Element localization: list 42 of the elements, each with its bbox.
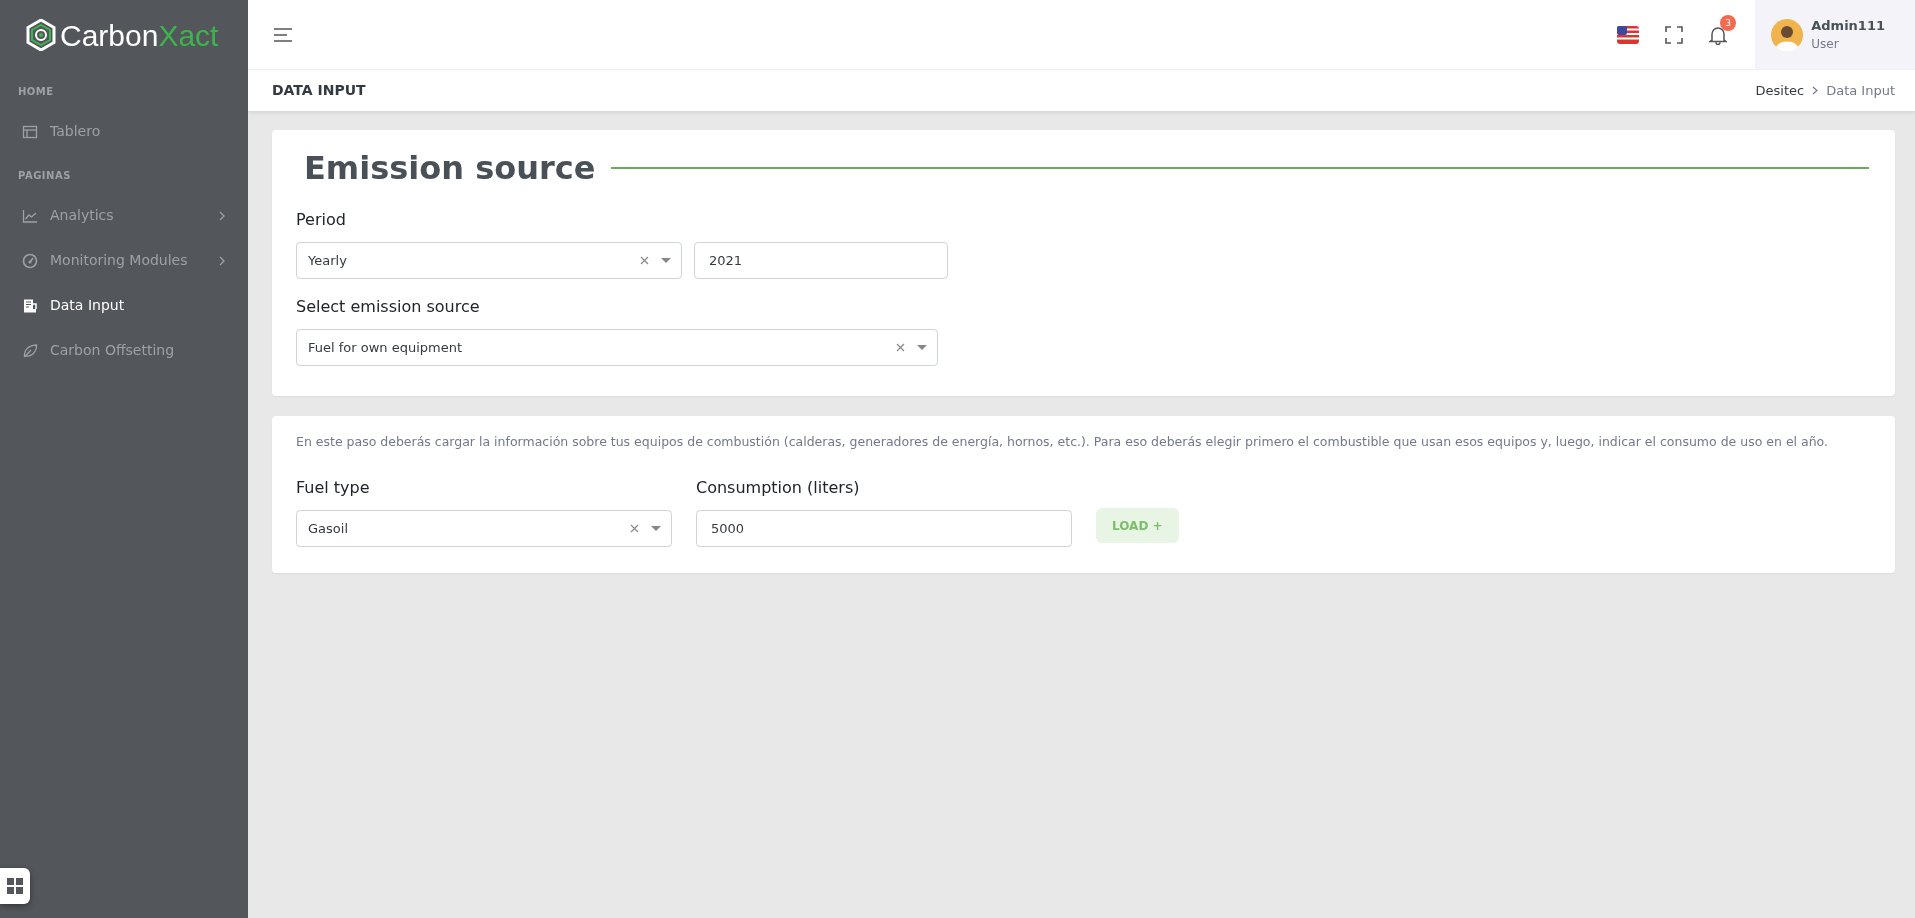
- clear-icon[interactable]: [630, 524, 639, 533]
- line-chart-icon: [22, 207, 38, 224]
- clear-icon[interactable]: [896, 343, 905, 352]
- breadcrumb-link[interactable]: Data Input: [1826, 80, 1895, 101]
- field-label: Select emission source: [296, 296, 481, 318]
- us-flag-icon[interactable]: [1617, 25, 1640, 44]
- field-label: Consumption (liters): [696, 477, 861, 499]
- sidebar-section-heading: PAGINAS: [17, 169, 72, 183]
- dropdown[interactable]: Fuel for own equipment: [296, 329, 938, 366]
- user-menu[interactable]: Admin111 User: [1755, 0, 1915, 70]
- sidebar-item[interactable]: Data Input: [0, 283, 248, 328]
- user-name: Admin111: [1811, 16, 1885, 35]
- clear-icon[interactable]: [640, 256, 649, 265]
- caret-down-icon: [661, 257, 671, 264]
- fullscreen-icon[interactable]: [1665, 25, 1684, 44]
- layout-icon: [22, 123, 38, 140]
- section-title: Emission source: [304, 148, 596, 189]
- chevron-right-icon: [1812, 86, 1819, 95]
- description-text: En este paso deberás cargar la información sobre tus equipos de combustión (calderas, generadores de energía, hornos, etc.). Para eso deberás elegir primero el combustible que usan esos equipos y, luego, indicar el consumo de uso en el año.: [296, 433, 1830, 451]
- grid-icon: [7, 878, 23, 894]
- caret-down-icon: [651, 525, 661, 532]
- consumption-field[interactable]: 5000: [696, 510, 1072, 547]
- bell-icon[interactable]: [1709, 24, 1728, 45]
- page-title: DATA INPUT: [272, 81, 366, 100]
- hexagon-logo-icon: [26, 19, 56, 51]
- apps-button[interactable]: [0, 868, 30, 904]
- breadcrumb-link[interactable]: Desitec: [1755, 80, 1805, 101]
- year-field[interactable]: 2021: [694, 242, 948, 279]
- avatar-icon: [1771, 18, 1804, 51]
- field-label: Period: [296, 209, 347, 231]
- sidebar-section-heading: HOME: [17, 85, 55, 99]
- logo-text: CarbonXact: [60, 17, 219, 54]
- caret-down-icon: [917, 344, 927, 351]
- user-role: User: [1811, 36, 1840, 54]
- field-label: Fuel type: [296, 477, 371, 499]
- gauge-icon: [22, 252, 38, 269]
- dropdown[interactable]: Yearly: [296, 242, 682, 279]
- document-icon: [22, 297, 38, 314]
- notification-count: 3: [1720, 15, 1737, 32]
- dropdown[interactable]: Gasoil: [296, 510, 672, 547]
- leaf-icon: [22, 342, 38, 359]
- menu-icon: [273, 27, 295, 43]
